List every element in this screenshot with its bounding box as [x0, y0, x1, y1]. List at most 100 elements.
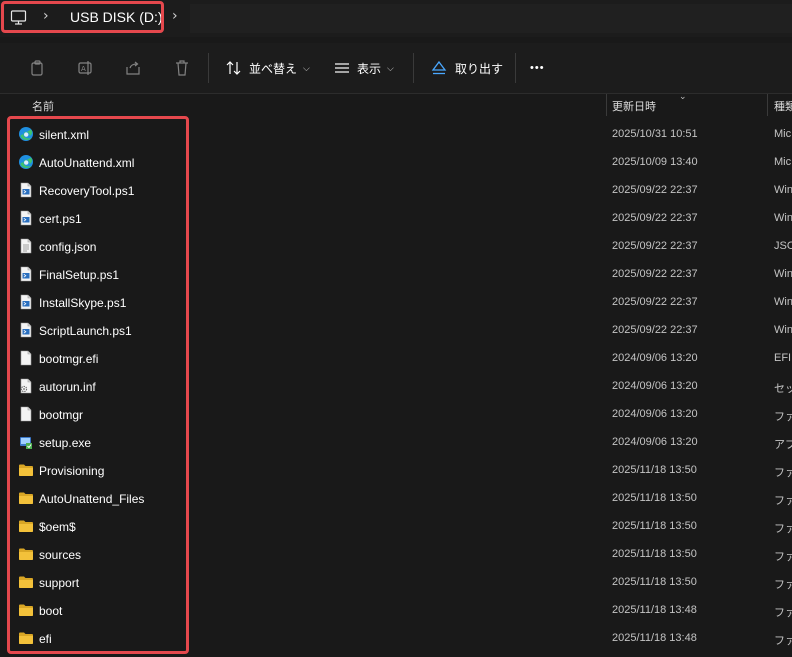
- file-row[interactable]: cert.ps1 2025/09/22 22:37 Win: [0, 204, 792, 232]
- trash-icon: [176, 60, 188, 76]
- column-type-header[interactable]: 種類: [774, 98, 792, 114]
- file-modified-date: 2025/10/09 13:40: [612, 156, 698, 168]
- column-divider[interactable]: [606, 94, 607, 116]
- file-type: Win: [774, 296, 792, 308]
- file-row[interactable]: bootmgr 2024/09/06 13:20 ファ: [0, 400, 792, 428]
- eject-label: 取り出す: [455, 61, 504, 76]
- file-modified-date: 2025/09/22 22:37: [612, 240, 698, 252]
- folder-icon: [18, 630, 34, 646]
- file-modified-date: 2025/10/31 10:51: [612, 128, 698, 140]
- delete-button[interactable]: [173, 55, 191, 81]
- file-name: $oem$: [39, 520, 76, 534]
- file-name: config.json: [39, 240, 97, 254]
- file-row[interactable]: AutoUnattend_Files 2025/11/18 13:50 ファ: [0, 484, 792, 512]
- file-type: Mic: [774, 156, 792, 168]
- file-name: AutoUnattend.xml: [39, 156, 135, 170]
- file-name: support: [39, 576, 80, 590]
- file-type: ファ: [774, 411, 792, 423]
- file-name: RecoveryTool.ps1: [39, 184, 135, 198]
- copy-button[interactable]: [29, 55, 47, 81]
- breadcrumb-chevron-icon[interactable]: ›: [172, 8, 178, 24]
- file-explorer-window: › USB DISK (D:) › A 並べ替え ⌵ 表示 ⌵ 取り出す •••…: [0, 0, 792, 657]
- sort-indicator-icon: ⌄: [679, 91, 687, 101]
- file-row[interactable]: boot 2025/11/18 13:48 ファ: [0, 596, 792, 624]
- file-type: ファ: [774, 607, 792, 619]
- powershell-script-icon: [18, 294, 34, 310]
- column-divider[interactable]: [767, 94, 768, 116]
- command-bar: A 並べ替え ⌵ 表示 ⌵ 取り出す •••: [0, 43, 792, 93]
- file-name: efi: [39, 632, 52, 646]
- blank-file-icon: [18, 350, 34, 366]
- file-name: ScriptLaunch.ps1: [39, 324, 132, 338]
- more-options-button[interactable]: •••: [530, 55, 545, 81]
- file-modified-date: 2025/09/22 22:37: [612, 212, 698, 224]
- view-button[interactable]: 表示 ⌵: [333, 55, 394, 81]
- file-name: bootmgr.efi: [39, 352, 99, 366]
- installer-icon: [18, 434, 34, 450]
- file-row[interactable]: AutoUnattend.xml 2025/10/09 13:40 Mic: [0, 148, 792, 176]
- rename-button[interactable]: A: [77, 55, 95, 81]
- file-name: InstallSkype.ps1: [39, 296, 127, 310]
- text-file-icon: [18, 238, 34, 254]
- file-type: ファ: [774, 495, 792, 507]
- edge-icon: [18, 126, 34, 142]
- file-modified-date: 2024/09/06 13:20: [612, 352, 698, 364]
- edge-icon: [18, 154, 34, 170]
- folder-icon: [18, 574, 34, 590]
- file-row[interactable]: InstallSkype.ps1 2025/09/22 22:37 Win: [0, 288, 792, 316]
- toolbar-divider: [208, 53, 209, 83]
- file-type: ファ: [774, 635, 792, 647]
- file-row[interactable]: FinalSetup.ps1 2025/09/22 22:37 Win: [0, 260, 792, 288]
- view-label: 表示: [357, 61, 382, 76]
- blank-file-icon: [18, 406, 34, 422]
- file-modified-date: 2024/09/06 13:20: [612, 380, 698, 392]
- folder-icon: [18, 546, 34, 562]
- file-type: ファ: [774, 551, 792, 563]
- file-row[interactable]: support 2025/11/18 13:50 ファ: [0, 568, 792, 596]
- file-row[interactable]: RecoveryTool.ps1 2025/09/22 22:37 Win: [0, 176, 792, 204]
- chevron-down-icon: ⌵: [303, 62, 310, 73]
- file-list: silent.xml 2025/10/31 10:51 Mic AutoUnatten…: [0, 120, 792, 652]
- file-row[interactable]: autorun.inf 2024/09/06 13:20 セッ: [0, 372, 792, 400]
- eject-icon: [431, 60, 447, 75]
- sort-button[interactable]: 並べ替え ⌵: [225, 55, 310, 81]
- file-modified-date: 2025/11/18 13:50: [612, 576, 697, 588]
- file-row[interactable]: Provisioning 2025/11/18 13:50 ファ: [0, 456, 792, 484]
- file-modified-date: 2025/11/18 13:50: [612, 548, 697, 560]
- column-name-header[interactable]: 名前: [32, 98, 54, 114]
- file-name: bootmgr: [39, 408, 84, 422]
- address-bar-empty-area[interactable]: [190, 4, 792, 33]
- powershell-script-icon: [18, 210, 34, 226]
- column-modified-header[interactable]: 更新日時: [612, 98, 656, 114]
- file-type: Win: [774, 184, 792, 196]
- chevron-down-icon: ⌵: [387, 62, 394, 73]
- file-row[interactable]: bootmgr.efi 2024/09/06 13:20 EFI: [0, 344, 792, 372]
- file-type: Mic: [774, 128, 792, 140]
- file-row[interactable]: sources 2025/11/18 13:50 ファ: [0, 540, 792, 568]
- file-type: アプ: [774, 439, 792, 451]
- file-row[interactable]: $oem$ 2025/11/18 13:50 ファ: [0, 512, 792, 540]
- file-modified-date: 2025/11/18 13:50: [612, 464, 697, 476]
- powershell-script-icon: [18, 182, 34, 198]
- file-row[interactable]: ScriptLaunch.ps1 2025/09/22 22:37 Win: [0, 316, 792, 344]
- folder-icon: [18, 490, 34, 506]
- folder-icon: [18, 602, 34, 618]
- more-icon: •••: [530, 62, 545, 74]
- file-row[interactable]: config.json 2025/09/22 22:37 JSO: [0, 232, 792, 260]
- file-row[interactable]: efi 2025/11/18 13:48 ファ: [0, 624, 792, 652]
- file-modified-date: 2025/09/22 22:37: [612, 268, 698, 280]
- file-type: Win: [774, 212, 792, 224]
- file-modified-date: 2025/09/22 22:37: [612, 324, 698, 336]
- file-type: EFI: [774, 352, 792, 364]
- column-header: 名前 ⌄ 更新日時 種類: [0, 91, 792, 116]
- file-name: sources: [39, 548, 82, 562]
- file-row[interactable]: silent.xml 2025/10/31 10:51 Mic: [0, 120, 792, 148]
- sort-icon: [226, 61, 241, 75]
- powershell-script-icon: [18, 322, 34, 338]
- eject-button[interactable]: 取り出す: [430, 55, 503, 81]
- share-button[interactable]: [124, 55, 142, 81]
- file-name: autorun.inf: [39, 380, 96, 394]
- file-row[interactable]: setup.exe 2024/09/06 13:20 アプ: [0, 428, 792, 456]
- file-type: セッ: [774, 383, 792, 395]
- copy-icon: [31, 60, 43, 76]
